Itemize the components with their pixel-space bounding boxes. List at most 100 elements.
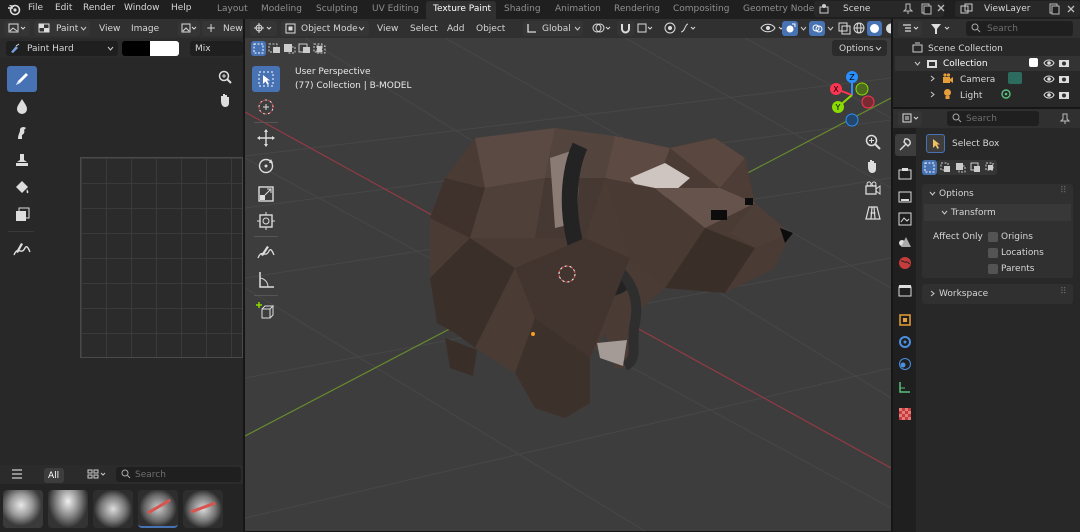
tab-modeling[interactable]: Modeling [261, 4, 302, 14]
navigation-gizmo[interactable]: Z X Y [822, 68, 886, 130]
expand-chevron-right-icon[interactable] [930, 75, 935, 82]
fill-icon[interactable] [13, 178, 31, 196]
snap-increment-icon[interactable] [637, 22, 655, 35]
image-canvas[interactable] [80, 157, 243, 358]
tab-sculpting[interactable]: Sculpting [316, 4, 358, 14]
tab-scene-icon[interactable] [898, 234, 912, 248]
soften-icon[interactable] [13, 97, 31, 115]
delete-view-layer-icon[interactable] [1066, 4, 1076, 14]
clone-icon[interactable] [13, 151, 31, 169]
outliner-filter-icon[interactable] [930, 22, 954, 35]
light-eye-icon[interactable] [1043, 90, 1055, 100]
new-view-layer-icon[interactable] [1048, 3, 1060, 15]
shading-material-icon[interactable] [884, 23, 891, 34]
new-scene-icon[interactable] [920, 3, 932, 15]
secondary-color-swatch[interactable] [150, 41, 179, 56]
options-panel-drag-handle[interactable]: ⠿ [1060, 186, 1067, 196]
brush-thumb-2[interactable] [48, 490, 88, 528]
tab-modifier-icon[interactable] [898, 335, 912, 349]
properties-pin-icon[interactable] [1060, 113, 1070, 125]
outliner-search-input[interactable] [966, 21, 1073, 36]
viewport-pan-hand-icon[interactable] [864, 157, 882, 175]
pan-hand-icon[interactable] [217, 92, 233, 108]
locations-checkbox[interactable] [988, 248, 998, 258]
add-cube-tool-icon[interactable] [256, 301, 276, 321]
camera-label[interactable]: Camera [960, 75, 995, 85]
overlay-chevron-icon[interactable] [827, 26, 834, 31]
menu-edit[interactable]: Edit [55, 3, 72, 13]
tab-collection-icon[interactable] [898, 284, 912, 298]
mask-icon[interactable] [13, 206, 31, 224]
tab-texture-paint[interactable]: Texture Paint [433, 4, 491, 14]
move-tool-icon[interactable] [256, 128, 276, 148]
select-invert-icon[interactable] [298, 43, 311, 54]
parents-checkbox[interactable] [988, 264, 998, 274]
viewport-menu-object[interactable]: Object [476, 24, 505, 34]
tab-world-icon[interactable] [898, 256, 912, 270]
proportional-falloff-icon[interactable] [680, 22, 698, 34]
viewport-menu-view[interactable]: View [377, 24, 398, 34]
menu-file[interactable]: File [28, 3, 43, 13]
primary-color-swatch[interactable] [122, 41, 150, 56]
brush-thumb-4[interactable] [138, 490, 178, 528]
workspace-panel-drag-handle[interactable]: ⠿ [1060, 287, 1067, 297]
xray-icon[interactable] [838, 22, 851, 35]
tab-layout[interactable]: Layout [217, 4, 248, 14]
light-expand-chevron-right-icon[interactable] [930, 91, 935, 98]
proportional-edit-icon[interactable] [664, 22, 676, 34]
options-chevron-down-icon[interactable] [929, 191, 936, 196]
cursor-tool-icon[interactable] [256, 97, 276, 117]
tab-output-icon[interactable] [898, 190, 912, 204]
collection-camera-icon[interactable] [1058, 58, 1070, 68]
transform-tool-icon[interactable] [256, 211, 276, 231]
annotate-tool-icon[interactable] [256, 242, 276, 262]
tab-uv-editing[interactable]: UV Editing [372, 4, 419, 14]
pin-icon[interactable] [903, 3, 913, 15]
tab-view-layer-icon[interactable] [898, 212, 912, 226]
tab-physics-icon[interactable] [898, 357, 912, 371]
rotate-tool-icon[interactable] [256, 156, 276, 176]
origins-checkbox[interactable] [988, 232, 998, 242]
menu-window[interactable]: Window [124, 3, 160, 13]
viewport-zoom-icon[interactable] [864, 133, 882, 151]
transform-subpanel-title[interactable]: Transform [951, 208, 996, 218]
tab-render-icon[interactable] [898, 167, 912, 181]
light-data-icon[interactable] [1000, 88, 1012, 100]
camera-render-icon[interactable] [1058, 74, 1070, 84]
shading-wireframe-icon[interactable] [853, 22, 865, 34]
delete-scene-icon[interactable] [936, 3, 946, 13]
select-subtract-icon[interactable] [283, 43, 296, 54]
menu-render[interactable]: Render [83, 3, 115, 13]
measure-tool-icon[interactable] [256, 270, 276, 290]
camera-eye-icon[interactable] [1043, 74, 1055, 84]
image-menu-image[interactable]: Image [131, 24, 159, 34]
tab-texture-icon[interactable] [899, 408, 911, 420]
tab-shading[interactable]: Shading [504, 4, 541, 14]
tab-object-icon[interactable] [898, 313, 912, 327]
options-panel-title[interactable]: Options [939, 189, 974, 199]
annotate-icon[interactable] [12, 240, 32, 258]
viewport-menu-add[interactable]: Add [447, 24, 464, 34]
tab-tool-icon[interactable] [898, 137, 913, 152]
image-menu-view[interactable]: View [99, 24, 120, 34]
smear-icon[interactable] [13, 124, 31, 142]
scale-tool-icon[interactable] [256, 184, 276, 204]
expand-chevron-down-icon[interactable] [914, 61, 921, 66]
viewport-menu-select[interactable]: Select [410, 24, 438, 34]
select-intersect-icon[interactable] [313, 43, 326, 54]
grid-view-icon[interactable] [87, 469, 107, 479]
camera-view-icon[interactable] [864, 180, 882, 198]
tab-compositing[interactable]: Compositing [673, 4, 729, 14]
tab-constraints-icon[interactable] [898, 380, 912, 394]
bear-model[interactable] [415, 118, 800, 428]
brush-thumb-1[interactable] [3, 490, 43, 528]
3d-cursor[interactable] [557, 264, 577, 284]
pivot-icon[interactable] [591, 22, 613, 35]
zoom-icon[interactable] [217, 69, 233, 85]
scene-collection-label[interactable]: Scene Collection [928, 44, 1003, 54]
menu-help[interactable]: Help [171, 3, 192, 13]
camera-data-icon[interactable] [1008, 72, 1022, 84]
select-extend-icon[interactable] [268, 43, 281, 54]
transform-chevron-down-icon[interactable] [941, 210, 948, 215]
collection-eye-icon[interactable] [1043, 58, 1055, 68]
